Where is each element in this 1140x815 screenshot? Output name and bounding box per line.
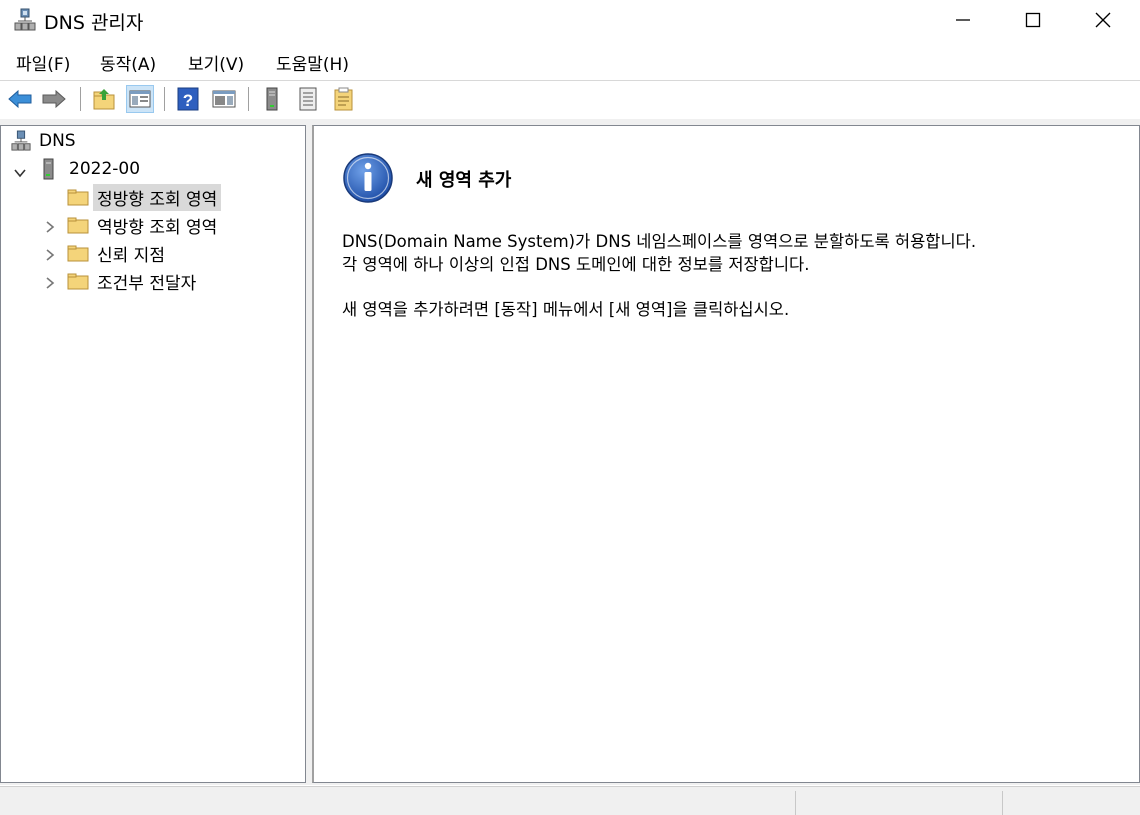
tree-node-server[interactable]: 2022-00 xyxy=(41,156,140,182)
status-bar xyxy=(0,786,1140,815)
forward-arrow-icon xyxy=(42,89,66,109)
help-button[interactable]: ? xyxy=(174,85,202,113)
server-icon xyxy=(43,158,54,180)
chevron-right-icon[interactable] xyxy=(43,220,57,234)
toolbar-separator xyxy=(164,87,165,111)
close-icon xyxy=(1095,12,1111,28)
tree-label: DNS xyxy=(39,131,76,151)
description-line: DNS(Domain Name System)가 DNS 네임스페이스를 영역으… xyxy=(342,232,977,251)
action-pane-button[interactable] xyxy=(210,85,238,113)
tree-node-forward-lookup-zones[interactable]: 정방향 조회 영역 xyxy=(67,183,222,211)
result-pane: 새 영역 추가 DNS(Domain Name System)가 DNS 네임스… xyxy=(312,125,1140,783)
maximize-icon xyxy=(1025,12,1041,28)
tree-label: 2022-00 xyxy=(69,159,141,179)
list-button[interactable] xyxy=(294,85,322,113)
info-icon xyxy=(343,153,393,203)
list-icon xyxy=(299,87,317,111)
help-icon: ? xyxy=(177,87,199,111)
properties-button[interactable] xyxy=(330,85,358,113)
server-button[interactable] xyxy=(258,85,286,113)
chevron-down-icon[interactable] xyxy=(13,166,27,180)
up-one-level-button[interactable] xyxy=(90,85,118,113)
dns-app-icon xyxy=(14,8,36,31)
tree-label: 정방향 조회 영역 xyxy=(93,183,222,211)
tree-label: 역방향 조회 영역 xyxy=(97,217,218,238)
action-pane-icon xyxy=(212,90,236,108)
show-hide-tree-button[interactable] xyxy=(126,85,154,113)
back-button[interactable] xyxy=(6,85,34,113)
window-title: DNS 관리자 xyxy=(44,12,144,34)
close-button[interactable] xyxy=(1068,0,1138,40)
status-separator xyxy=(1002,791,1003,815)
menu-help[interactable]: 도움말(H) xyxy=(276,50,349,75)
tree-label: 신뢰 지점 xyxy=(97,245,165,266)
minimize-button[interactable] xyxy=(928,0,998,40)
tree-label: 조건부 전달자 xyxy=(97,273,197,294)
folder-icon xyxy=(67,245,89,262)
maximize-button[interactable] xyxy=(998,0,1068,40)
show-hide-tree-icon xyxy=(129,90,151,108)
status-separator xyxy=(795,791,796,815)
description-line: 각 영역에 하나 이상의 인접 DNS 도메인에 대한 정보를 저장합니다. xyxy=(342,255,810,274)
menu-bar: 파일(F) 동작(A) 보기(V) 도움말(H) xyxy=(0,44,1140,76)
toolbar-separator xyxy=(80,87,81,111)
svg-text:?: ? xyxy=(183,91,193,110)
tree-node-conditional-forwarders[interactable]: 조건부 전달자 xyxy=(67,268,196,294)
menu-file[interactable]: 파일(F) xyxy=(16,50,70,75)
work-area: DNS 2022-00 정방향 조회 영역 역방향 조회 영역 신뢰 지점 조건… xyxy=(0,119,1140,785)
folder-icon xyxy=(67,273,89,290)
description-text: DNS(Domain Name System)가 DNS 네임스페이스를 영역으… xyxy=(342,230,976,276)
forward-button[interactable] xyxy=(40,85,68,113)
chevron-right-icon[interactable] xyxy=(43,276,57,290)
server-icon xyxy=(266,87,278,111)
instruction-text: 새 영역을 추가하려면 [동작] 메뉴에서 [새 영역]을 클릭하십시오. xyxy=(342,300,790,319)
toolbar-separator xyxy=(248,87,249,111)
content-title: 새 영역 추가 xyxy=(416,170,512,191)
tree-node-reverse-lookup-zones[interactable]: 역방향 조회 영역 xyxy=(67,212,217,238)
console-tree: DNS 2022-00 정방향 조회 영역 역방향 조회 영역 신뢰 지점 조건… xyxy=(0,125,306,783)
tree-node-trust-points[interactable]: 신뢰 지점 xyxy=(67,240,165,266)
folder-icon xyxy=(67,189,89,206)
toolbar: ? xyxy=(0,80,1140,119)
menu-view[interactable]: 보기(V) xyxy=(188,50,244,75)
minimize-icon xyxy=(956,19,970,21)
title-bar: DNS 관리자 xyxy=(0,0,1140,40)
menu-action[interactable]: 동작(A) xyxy=(100,50,156,75)
dns-root-icon xyxy=(11,130,31,151)
properties-icon xyxy=(334,87,353,111)
chevron-right-icon[interactable] xyxy=(43,248,57,262)
back-arrow-icon xyxy=(8,89,32,109)
up-folder-icon xyxy=(93,89,115,110)
tree-node-dns[interactable]: DNS xyxy=(11,128,76,154)
folder-icon xyxy=(67,217,89,234)
